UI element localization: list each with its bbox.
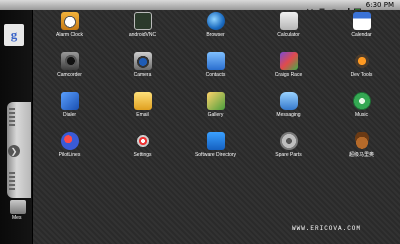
- software-directory-icon: [206, 132, 225, 150]
- app-label: PilotLines: [58, 152, 81, 158]
- app-label: Camera: [133, 72, 152, 78]
- app-label: Email: [136, 112, 149, 118]
- app-messaging[interactable]: Messaging: [252, 90, 325, 130]
- app-label: Spare Parts: [275, 152, 302, 158]
- app-label: Camcorder: [57, 72, 82, 78]
- app-calculator[interactable]: Calculator: [252, 10, 325, 50]
- app-label: Craigs Race: [274, 72, 303, 78]
- email-envelope-icon: [133, 92, 152, 110]
- app-email[interactable]: Email: [106, 90, 179, 130]
- app-androidvnc[interactable]: androidVNC: [106, 10, 179, 50]
- craigs-race-icon: [279, 52, 298, 70]
- app-gallery[interactable]: Gallery: [179, 90, 252, 130]
- google-search-widget[interactable]: g: [4, 24, 24, 46]
- messaging-shortcut-icon[interactable]: [10, 200, 26, 214]
- app-label: Software Directory: [194, 152, 237, 158]
- music-note-icon: [352, 92, 371, 110]
- app-alarm-clock[interactable]: Alarm Clock: [33, 10, 106, 50]
- app-camcorder[interactable]: Camcorder: [33, 50, 106, 90]
- app-label: Settings: [133, 152, 152, 158]
- app-calendar[interactable]: Calendar: [325, 10, 398, 50]
- app-craigs-race[interactable]: Craigs Race: [252, 50, 325, 90]
- app-label: Browser: [206, 32, 225, 38]
- app-label: Messaging: [276, 112, 301, 118]
- messaging-shortcut-label: Mes: [12, 215, 22, 221]
- app-label: androidVNC: [128, 32, 157, 38]
- status-bar: 6:30 PM: [0, 0, 400, 15]
- messaging-bubble-icon: [279, 92, 298, 110]
- battery-icon: [353, 2, 362, 14]
- app-label: Calculator: [277, 32, 300, 38]
- app-spare-parts[interactable]: Spare Parts: [252, 130, 325, 170]
- settings-icon: [133, 132, 152, 150]
- app-music[interactable]: Music: [325, 90, 398, 130]
- clock-time: 6:30 PM: [365, 0, 394, 9]
- app-browser[interactable]: Browser: [179, 10, 252, 50]
- app-dev-tools[interactable]: Dev Tools: [325, 50, 398, 90]
- camcorder-icon: [60, 52, 79, 70]
- app-label: Dialer: [62, 112, 77, 118]
- app-super-mario[interactable]: 超级马里奥: [325, 130, 398, 170]
- wifi-icon: [330, 2, 338, 15]
- usb-icon: [306, 2, 314, 13]
- grip-dots-icon: [9, 172, 15, 192]
- app-label: Gallery: [207, 112, 224, 118]
- grip-dots-icon: [9, 108, 15, 128]
- vnc-icon: [133, 12, 152, 30]
- mario-mushroom-icon: [352, 132, 371, 150]
- dialer-phone-icon: [60, 92, 79, 110]
- app-label: Contacts: [205, 72, 226, 78]
- calculator-icon: [279, 12, 298, 30]
- app-label: Dev Tools: [350, 72, 373, 78]
- app-settings[interactable]: Settings: [106, 130, 179, 170]
- drawer-arrow-icon: ❯: [8, 145, 20, 157]
- app-pilotlines[interactable]: PilotLines: [33, 130, 106, 170]
- pilotlines-icon: [60, 132, 79, 150]
- app-software-directory[interactable]: Software Directory: [179, 130, 252, 170]
- dev-tools-gear-icon: [352, 52, 371, 70]
- app-drawer-handle[interactable]: ❯: [7, 102, 31, 198]
- app-label: Music: [354, 112, 369, 118]
- signal-icon: [341, 2, 350, 15]
- watermark: WWW.ERICOVA.COM: [292, 225, 362, 232]
- browser-globe-icon: [206, 12, 225, 30]
- sd-card-icon: [318, 2, 326, 14]
- app-camera[interactable]: Camera: [106, 50, 179, 90]
- home-screen-panel: g ❯ Mes: [0, 10, 32, 244]
- gallery-photos-icon: [206, 92, 225, 110]
- alarm-clock-icon: [60, 12, 79, 30]
- app-label: Alarm Clock: [56, 32, 83, 38]
- app-label: 超级马里奥: [348, 152, 374, 158]
- google-logo: g: [10, 27, 18, 42]
- app-contacts[interactable]: Contacts: [179, 50, 252, 90]
- app-dialer[interactable]: Dialer: [33, 90, 106, 130]
- app-drawer: Alarm Clock androidVNC Browser Calculato…: [33, 10, 400, 244]
- camera-icon: [133, 52, 152, 70]
- contacts-icon: [206, 52, 225, 70]
- app-label: Calendar: [351, 32, 372, 38]
- calendar-icon: [352, 12, 371, 30]
- spare-parts-gear-icon: [279, 132, 298, 150]
- app-grid: Alarm Clock androidVNC Browser Calculato…: [33, 10, 400, 170]
